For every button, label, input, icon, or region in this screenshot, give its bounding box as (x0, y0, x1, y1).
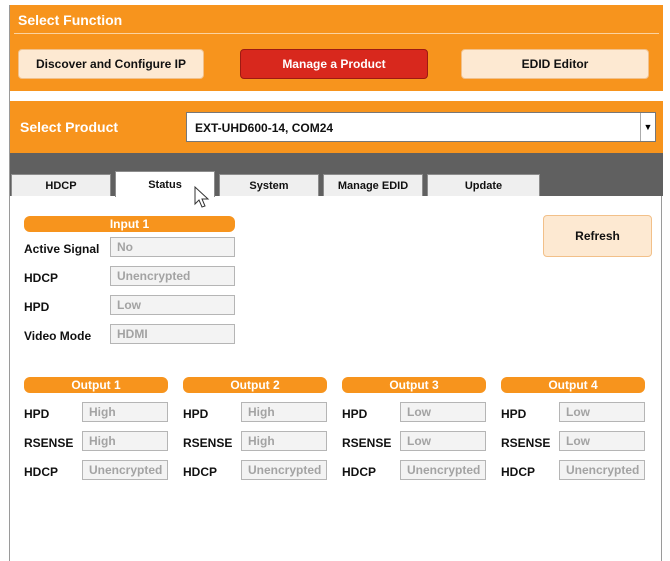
tab-system[interactable]: System (219, 174, 319, 196)
select-function-panel: Select Function Discover and Configure I… (10, 5, 663, 91)
output-2-hpd-field: High (241, 402, 327, 422)
output-1-hdcp-label: HDCP (24, 465, 59, 479)
tab-update[interactable]: Update (427, 174, 540, 196)
product-dropdown-value: EXT-UHD600-14, COM24 (195, 121, 334, 135)
active-signal-label: Active Signal (24, 242, 100, 256)
active-signal-field: No (110, 237, 235, 257)
spacer (10, 91, 663, 101)
output-4-hdcp-label: HDCP (501, 465, 536, 479)
output-1-hpd-field: High (82, 402, 168, 422)
refresh-button[interactable]: Refresh (543, 215, 652, 257)
output-3-rsense-field: Low (400, 431, 486, 451)
output-2-header: Output 2 (183, 377, 327, 393)
output-4-hdcp-field: Unencrypted (559, 460, 645, 480)
output-3-hdcp-label: HDCP (342, 465, 377, 479)
tab-manage-edid[interactable]: Manage EDID (323, 174, 423, 196)
output-4-hpd-field: Low (559, 402, 645, 422)
output-4-rsense-label: RSENSE (501, 436, 551, 450)
edid-editor-button[interactable]: EDID Editor (461, 49, 649, 79)
input-hpd-label: HPD (24, 300, 50, 314)
output-2-hdcp-field: Unencrypted (241, 460, 327, 480)
mouse-pointer-icon (194, 185, 210, 208)
output-1-hpd-label: HPD (24, 407, 50, 421)
output-1-rsense-label: RSENSE (24, 436, 74, 450)
output-2-rsense-label: RSENSE (183, 436, 233, 450)
output-1-rsense-field: High (82, 431, 168, 451)
input-hpd-field: Low (110, 295, 235, 315)
output-1-hdcp-field: Unencrypted (82, 460, 168, 480)
discover-configure-ip-button[interactable]: Discover and Configure IP (18, 49, 204, 79)
select-function-title: Select Function (18, 12, 123, 28)
output-4-header: Output 4 (501, 377, 645, 393)
tab-hdcp[interactable]: HDCP (11, 174, 111, 196)
product-dropdown[interactable]: EXT-UHD600-14, COM24 ▼ (186, 112, 656, 142)
output-3-rsense-label: RSENSE (342, 436, 392, 450)
tab-strip: HDCP Status System Manage EDID Update (10, 153, 663, 197)
output-3-header: Output 3 (342, 377, 486, 393)
input-hdcp-label: HDCP (24, 271, 59, 285)
input-hdcp-field: Unencrypted (110, 266, 235, 286)
app-window: Select Function Discover and Configure I… (9, 5, 663, 561)
select-product-panel: Select Product EXT-UHD600-14, COM24 ▼ (10, 101, 663, 153)
video-mode-field: HDMI (110, 324, 235, 344)
input-1-header: Input 1 (24, 216, 235, 232)
output-3-hdcp-field: Unencrypted (400, 460, 486, 480)
output-4-hpd-label: HPD (501, 407, 527, 421)
output-3-hpd-label: HPD (342, 407, 368, 421)
output-2-rsense-field: High (241, 431, 327, 451)
output-3-hpd-field: Low (400, 402, 486, 422)
video-mode-label: Video Mode (24, 329, 92, 343)
manage-a-product-button[interactable]: Manage a Product (240, 49, 428, 79)
output-4-rsense-field: Low (559, 431, 645, 451)
divider (14, 33, 659, 34)
output-1-header: Output 1 (24, 377, 168, 393)
select-product-label: Select Product (20, 119, 119, 135)
output-2-hdcp-label: HDCP (183, 465, 218, 479)
dropdown-arrow-icon[interactable]: ▼ (640, 113, 655, 141)
output-2-hpd-label: HPD (183, 407, 209, 421)
